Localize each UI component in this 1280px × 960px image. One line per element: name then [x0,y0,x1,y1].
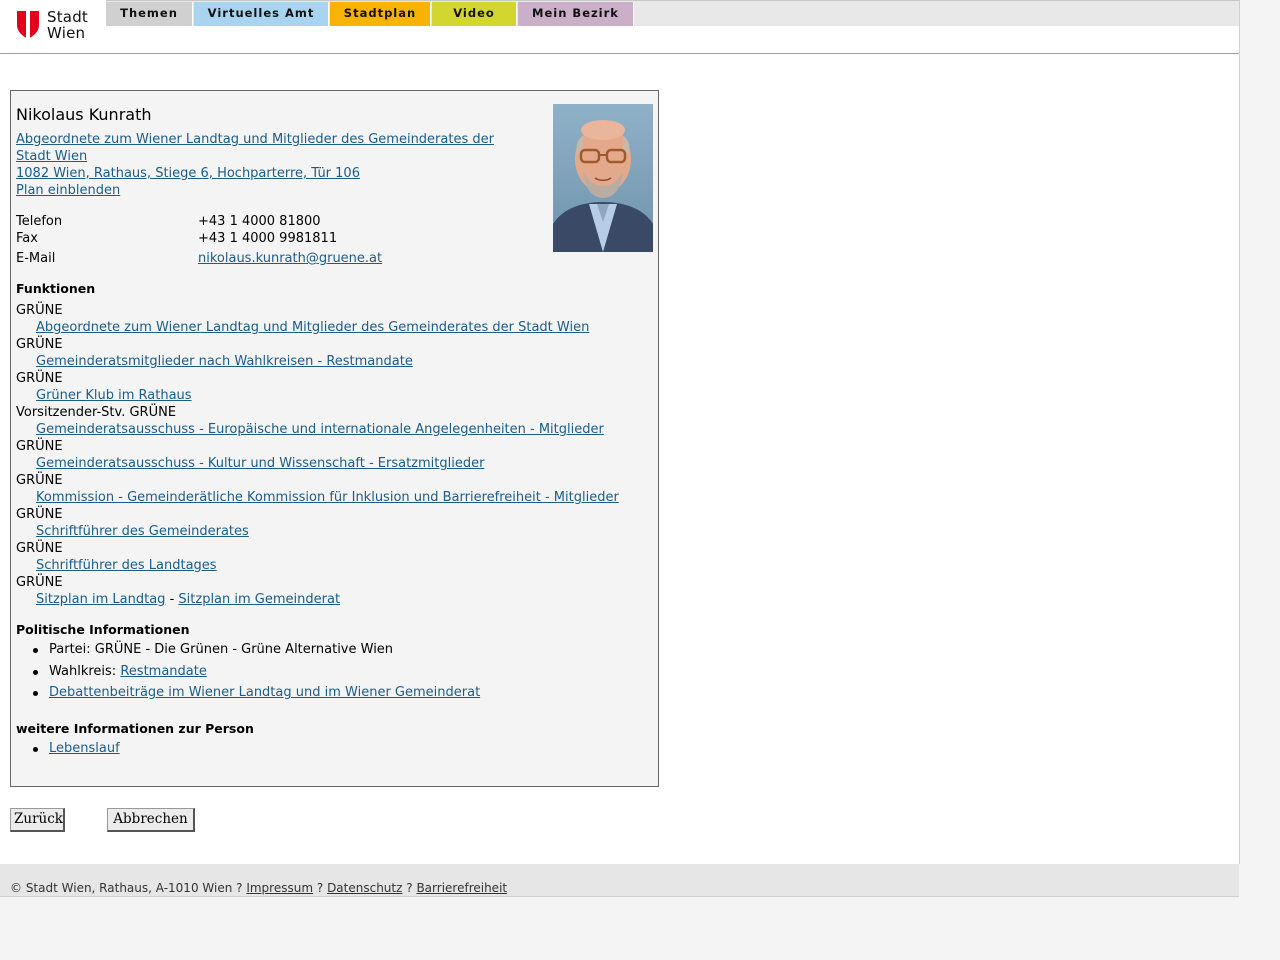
tab-virtuelles-amt[interactable]: Virtuelles Amt [194,2,329,26]
page: Stadt Wien Themen Virtuelles Amt Stadtpl… [0,0,1240,864]
footer-separator: ? [316,881,324,895]
person-card: Nikolaus Kunrath Abgeordnete zum Wiener … [10,90,659,787]
functions-heading: Funktionen [16,281,96,296]
tab-mein-bezirk[interactable]: Mein Bezirk [518,2,634,26]
function-role: GRÜNE [16,575,63,590]
seating-plan-links: Sitzplan im Landtag - Sitzplan im Gemein… [36,592,340,607]
function-link[interactable]: Gemeinderatsausschuss - Kultur und Wisse… [36,456,484,471]
wien-shield-icon [17,11,39,39]
bullet-icon [33,747,38,752]
tab-themen[interactable]: Themen [106,2,193,26]
function-link[interactable]: Schriftführer des Landtages [36,558,217,573]
stadt-wien-logo[interactable]: Stadt Wien [16,9,96,42]
political-info-heading: Politische Informationen [16,622,190,637]
more-info-heading: weitere Informationen zur Person [16,721,254,736]
function-link[interactable]: Gemeinderatsmitglieder nach Wahlkreisen … [36,354,413,369]
function-link[interactable]: Grüner Klub im Rathaus [36,388,192,403]
function-role: GRÜNE [16,371,63,386]
email-link[interactable]: nikolaus.kunrath@gruene.at [198,251,382,266]
function-role: GRÜNE [16,541,63,556]
org-link-line-1[interactable]: Abgeordnete zum Wiener Landtag und Mitgl… [16,132,494,147]
district-link[interactable]: Restmandate [120,664,207,679]
footer-separator: ? [406,881,413,895]
debates-link[interactable]: Debattenbeiträge im Wiener Landtag und i… [49,685,480,700]
function-link[interactable]: Kommission - Gemeinderätliche Kommission… [36,490,619,505]
function-role: GRÜNE [16,337,63,352]
seating-plan-landtag-link[interactable]: Sitzplan im Landtag [36,592,165,607]
back-button[interactable]: Zurück [10,808,65,832]
impressum-link[interactable]: Impressum [246,881,313,895]
tab-video[interactable]: Video [432,2,517,26]
cv-link[interactable]: Lebenslauf [49,741,120,756]
fax-value: +43 1 4000 9981811 [198,231,338,246]
tab-stadtplan[interactable]: Stadtplan [330,2,431,26]
email-label: E-Mail [16,251,56,266]
party-text: Partei: GRÜNE - Die Grünen - Grüne Alter… [49,642,394,657]
phone-label: Telefon [16,214,63,229]
function-role: GRÜNE [16,439,63,454]
bullet-icon [33,691,38,696]
logo-text-wien: Wien [47,24,86,42]
function-link[interactable]: Abgeordnete zum Wiener Landtag und Mitgl… [36,320,589,335]
seating-plan-gemeinderat-link[interactable]: Sitzplan im Gemeinderat [178,592,340,607]
barrierefreiheit-link[interactable]: Barrierefreiheit [416,881,507,895]
phone-value: +43 1 4000 81800 [198,214,321,229]
function-role: Vorsitzender-Stv. GRÜNE [16,405,177,420]
cancel-button[interactable]: Abbrechen [107,808,195,832]
function-role: GRÜNE [16,507,63,522]
function-role: GRÜNE [16,473,63,488]
seating-plan-separator: - [169,592,175,607]
org-link-line-2[interactable]: Stadt Wien [16,149,87,164]
person-name: Nikolaus Kunrath [16,105,152,124]
district-label: Wahlkreis: [49,664,117,679]
district-item: Wahlkreis: Restmandate [49,664,207,679]
map-link[interactable]: Plan einblenden [16,183,120,198]
footer-line: © Stadt Wien, Rathaus, A-1010 Wien ? Imp… [10,881,507,895]
copyright-text: © Stadt Wien, Rathaus, A-1010 Wien ? [10,881,243,895]
function-link[interactable]: Gemeinderatsausschuss - Europäische und … [36,422,604,437]
portrait-photo [553,104,653,252]
function-link[interactable]: Schriftführer des Gemeinderates [36,524,249,539]
function-role: GRÜNE [16,303,63,318]
bullet-icon [33,670,38,675]
site-header: Stadt Wien Themen Virtuelles Amt Stadtpl… [0,0,1239,54]
fax-label: Fax [16,231,38,246]
datenschutz-link[interactable]: Datenschutz [327,881,402,895]
logo-wordmark: Stadt Wien [47,9,88,41]
address-link[interactable]: 1082 Wien, Rathaus, Stiege 6, Hochparter… [16,166,360,181]
main-navigation: Themen Virtuelles Amt Stadtplan Video Me… [106,0,1239,26]
site-footer: © Stadt Wien, Rathaus, A-1010 Wien ? Imp… [0,864,1239,897]
bullet-icon [33,648,38,653]
logo-text-stadt: Stadt [47,8,88,26]
